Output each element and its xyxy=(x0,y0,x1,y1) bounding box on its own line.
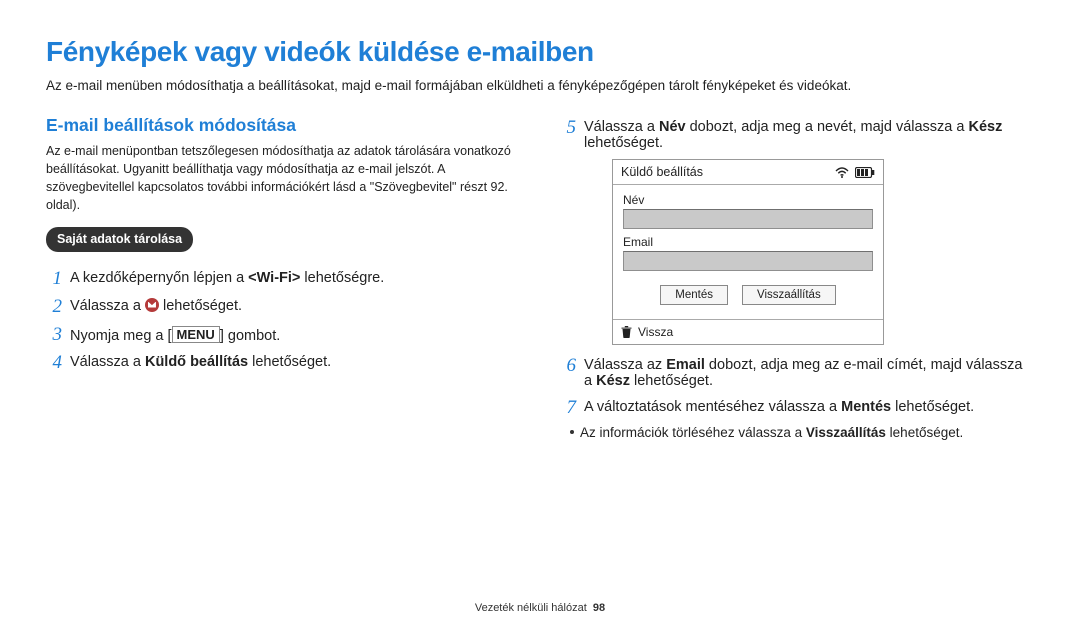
trash-icon xyxy=(621,326,632,338)
wifi-icon xyxy=(835,167,849,178)
steps-left: 1 A kezdőképernyőn lépjen a <Wi-Fi> lehe… xyxy=(46,268,520,372)
device-email-input[interactable] xyxy=(623,251,873,271)
step-text: Válassza a lehetőséget. xyxy=(70,296,520,314)
battery-icon xyxy=(855,167,875,178)
step-number: 6 xyxy=(560,355,576,375)
step-number: 2 xyxy=(46,296,62,316)
menu-button-label: MENU xyxy=(172,326,220,344)
step-number: 3 xyxy=(46,324,62,344)
right-column: 5 Válassza a Név dobozt, adja meg a nevé… xyxy=(560,111,1034,440)
step-text: Válassza a Küldő beállítás lehetőséget. xyxy=(70,352,520,370)
step-number: 1 xyxy=(46,268,62,288)
step-text: A kezdőképernyőn lépjen a <Wi-Fi> lehető… xyxy=(70,268,520,286)
lead-paragraph: Az e-mail menüben módosíthatja a beállít… xyxy=(46,78,1034,93)
device-email-label: Email xyxy=(623,235,873,249)
step-number: 4 xyxy=(46,352,62,372)
bullet-icon xyxy=(570,430,574,434)
device-name-label: Név xyxy=(623,193,873,207)
step-number: 5 xyxy=(560,117,576,137)
step-text: A változtatások mentéséhez válassza a Me… xyxy=(584,397,1034,415)
badge-saving-own-data: Saját adatok tárolása xyxy=(46,227,193,252)
email-icon xyxy=(145,298,159,312)
device-screenshot: Küldő beállítás Név Email Mentés Visszaá… xyxy=(612,159,884,345)
step-number: 7 xyxy=(560,397,576,417)
steps-right-5: 5 Válassza a Név dobozt, adja meg a nevé… xyxy=(560,117,1034,151)
section-description: Az e-mail menüpontban tetszőlegesen módo… xyxy=(46,142,520,215)
step-text: Nyomja meg a [MENU] gombot. xyxy=(70,324,520,344)
step-text: Válassza a Név dobozt, adja meg a nevét,… xyxy=(584,117,1034,151)
page-title: Fényképek vagy videók küldése e-mailben xyxy=(46,36,1034,68)
device-back-label: Vissza xyxy=(638,325,673,339)
device-name-input[interactable] xyxy=(623,209,873,229)
left-column: E-mail beállítások módosítása Az e-mail … xyxy=(46,111,520,440)
bullet-note: Az információk törléséhez válassza a Vis… xyxy=(570,425,1034,440)
section-subtitle: E-mail beállítások módosítása xyxy=(46,115,520,136)
page-footer: Vezeték nélküli hálózat 98 xyxy=(0,602,1080,614)
device-header-title: Küldő beállítás xyxy=(621,165,703,179)
steps-right-67: 6 Válassza az Email dobozt, adja meg az … xyxy=(560,355,1034,417)
device-reset-button[interactable]: Visszaállítás xyxy=(742,285,836,305)
device-save-button[interactable]: Mentés xyxy=(660,285,728,305)
step-text: Válassza az Email dobozt, adja meg az e-… xyxy=(584,355,1034,389)
